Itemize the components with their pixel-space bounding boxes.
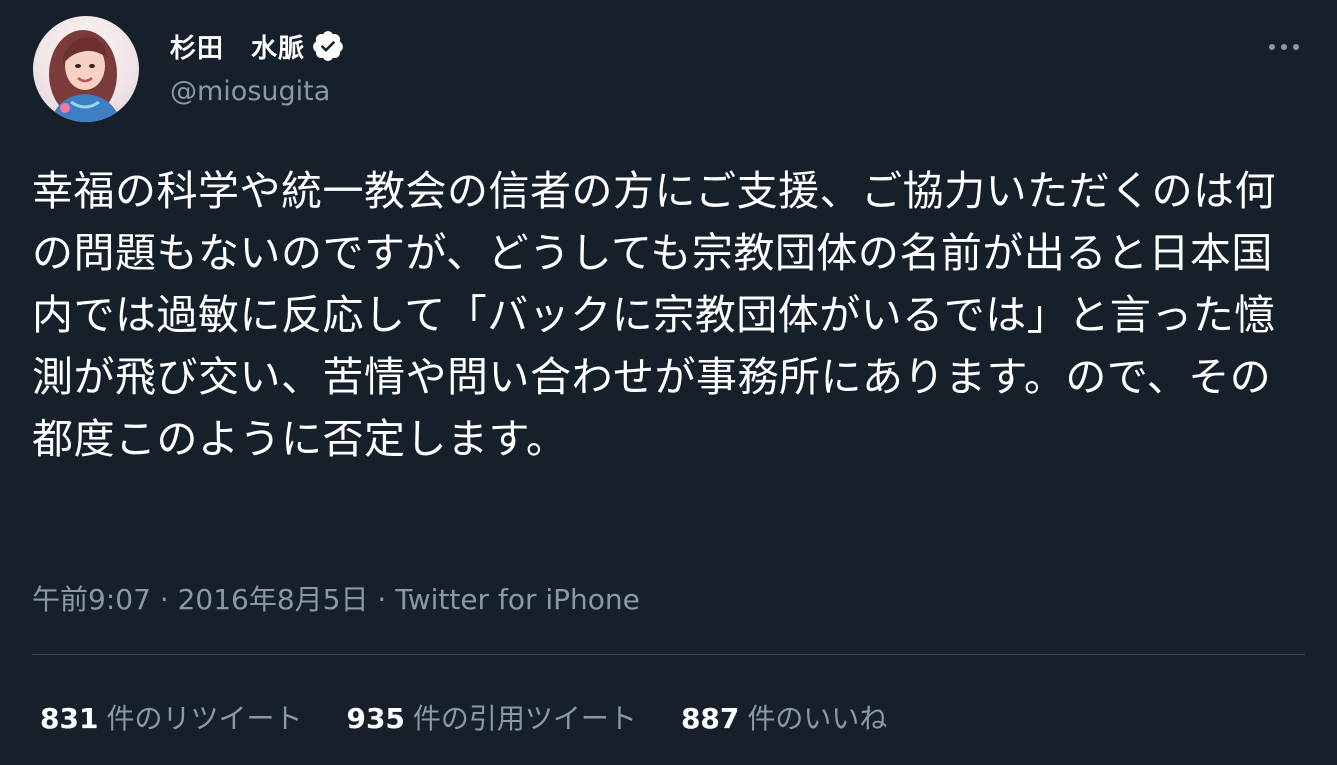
quote-count: 935 bbox=[346, 702, 405, 735]
tweet-time[interactable]: 午前9:07 bbox=[32, 583, 151, 616]
tweet-date[interactable]: 2016年8月5日 bbox=[178, 583, 369, 616]
meta-separator: · bbox=[159, 583, 169, 616]
user-handle[interactable]: @miosugita bbox=[170, 76, 345, 107]
retweets-stat[interactable]: 831 件のリツイート bbox=[40, 697, 302, 737]
tweet-text: 幸福の科学や統一教会の信者の方にご支援、ご協力いただくのは何の問題もないのですが… bbox=[32, 167, 1277, 463]
divider bbox=[32, 654, 1305, 655]
more-options-button[interactable] bbox=[1262, 24, 1306, 68]
like-label: 件のいいね bbox=[747, 702, 888, 735]
verified-badge-icon bbox=[311, 29, 345, 63]
tweet-stats: 831 件のリツイート 935 件の引用ツイート 887 件のいいね bbox=[40, 697, 931, 737]
user-info: 杉田 水脈 @miosugita bbox=[170, 26, 345, 107]
tweet-card: 杉田 水脈 @miosugita 幸福の科学や統一教会の信者の方にご支援、ご協力… bbox=[0, 0, 1337, 765]
like-count: 887 bbox=[680, 702, 740, 735]
tweet-source[interactable]: Twitter for iPhone bbox=[395, 583, 640, 616]
quote-label: 件の引用ツイート bbox=[412, 702, 637, 735]
avatar[interactable] bbox=[33, 16, 139, 122]
display-name-row: 杉田 水脈 bbox=[170, 26, 345, 66]
more-horizontal-icon bbox=[1267, 37, 1301, 56]
avatar-image bbox=[33, 16, 139, 122]
retweet-label: 件のリツイート bbox=[106, 702, 303, 735]
quote-tweets-stat[interactable]: 935 件の引用ツイート bbox=[346, 697, 636, 737]
likes-stat[interactable]: 887 件のいいね bbox=[681, 697, 887, 737]
retweet-count: 831 bbox=[40, 702, 99, 735]
tweet-meta: 午前9:07 · 2016年8月5日 · Twitter for iPhone bbox=[32, 578, 640, 618]
display-name[interactable]: 杉田 水脈 bbox=[170, 28, 305, 65]
meta-separator: · bbox=[377, 583, 387, 616]
